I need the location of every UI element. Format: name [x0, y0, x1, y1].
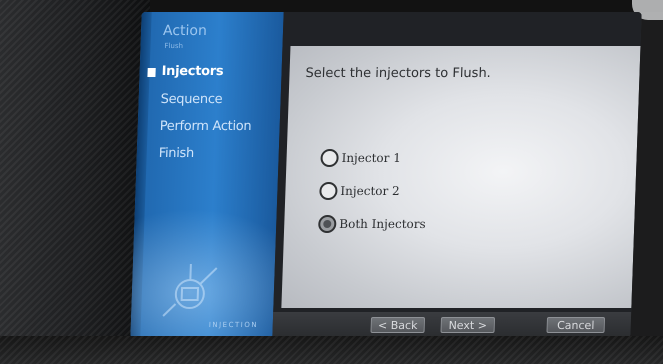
device-bezel-top [150, 0, 663, 12]
active-step-marker [147, 68, 156, 77]
wizard-title: Action [162, 23, 208, 39]
cancel-button[interactable]: Cancel [546, 317, 606, 333]
device-bezel-left [0, 0, 150, 364]
device-screen: Action Flush Injectors Sequence Perform … [130, 12, 642, 338]
next-button[interactable]: Next > [440, 317, 496, 333]
back-button[interactable]: < Back [370, 317, 426, 333]
wizard-sidebar: Action Flush Injectors Sequence Perform … [130, 12, 284, 338]
option-label: Injector 2 [340, 184, 400, 198]
device-bezel-bottom [0, 336, 663, 364]
step-perform-action: Perform Action [159, 119, 252, 134]
prompt-text: Select the injectors to Flush. [305, 66, 492, 81]
content-area: Select the injectors to Flush. Injector … [281, 46, 641, 308]
step-finish: Finish [158, 146, 195, 161]
content-panel: Select the injectors to Flush. Injector … [273, 12, 642, 312]
radio-icon [319, 182, 338, 200]
step-injectors: Injectors [161, 64, 224, 79]
step-sequence: Sequence [160, 92, 223, 107]
radio-icon [320, 149, 339, 167]
option-injector-1[interactable]: Injector 1 [320, 147, 401, 169]
option-label: Injector 1 [341, 151, 402, 165]
wizard-footer: < Back Next > Cancel [272, 312, 632, 338]
brand-text: INJECTION [208, 321, 259, 329]
injector-logo-icon [162, 264, 218, 317]
option-both-injectors[interactable]: Both Injectors [317, 213, 426, 235]
wizard-subtitle: Flush [164, 42, 184, 50]
radio-checked-icon [317, 215, 337, 233]
option-injector-2[interactable]: Injector 2 [319, 180, 400, 202]
option-label: Both Injectors [339, 217, 426, 231]
